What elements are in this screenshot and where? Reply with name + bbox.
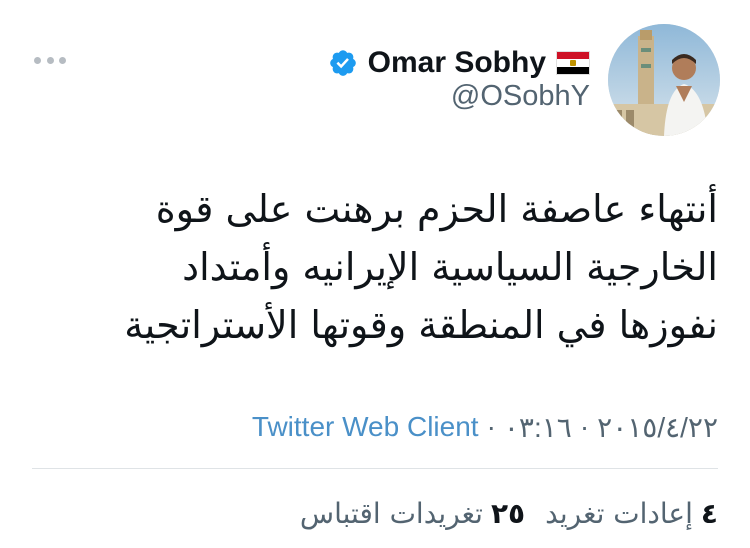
tweet-time[interactable]: ٠٣:١٦ [504,411,572,444]
quotes-stat[interactable]: ٢٥ تغريدات اقتباس [300,497,525,530]
retweets-stat[interactable]: ٤ إعادات تغريد [545,497,718,530]
meta-separator: · [579,411,590,442]
tweet-client-link[interactable]: Twitter Web Client [252,411,479,443]
tweet-meta: ٢٠١٥/٤/٢٢ · ٠٣:١٦ · Twitter Web Client [252,404,718,450]
dot [34,56,41,64]
egypt-flag-icon [556,51,590,75]
quotes-label: تغريدات اقتباس [299,496,483,530]
user-handle[interactable]: @OSobhY [451,80,590,113]
verified-badge-icon [329,50,356,76]
dot [46,56,54,64]
avatar-image [608,24,720,136]
more-options-icon[interactable] [30,48,70,72]
divider [32,468,718,469]
retweets-count: ٤ [700,496,718,530]
tweet-stats: ٤ إعادات تغريد ٢٥ تغريدات اقتباس [300,490,718,536]
retweets-label: إعادات تغريد [545,496,693,530]
dot [59,56,66,64]
tweet-text: أنتهاء عاصفة الحزم برهنت على قوة الخارجي… [124,187,718,347]
meta-separator: · [486,411,496,442]
tweet-date[interactable]: ٢٠١٥/٤/٢٢ [597,411,718,444]
quotes-count: ٢٥ [490,496,526,530]
display-name: Omar Sobhy [367,46,546,79]
avatar[interactable] [608,24,720,136]
